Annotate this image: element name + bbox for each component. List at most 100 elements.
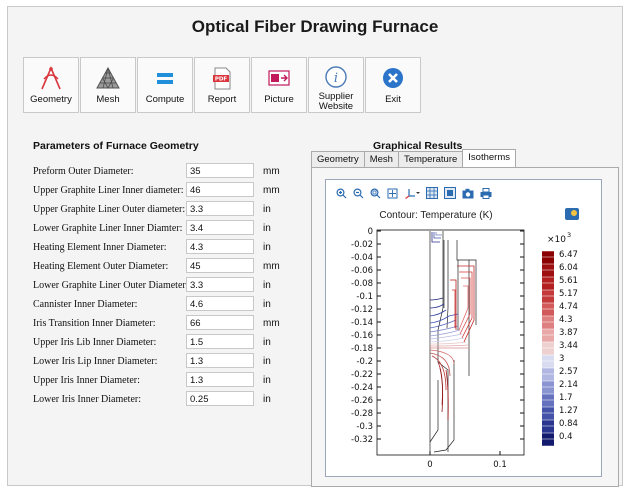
param-input[interactable]: 3.3 bbox=[186, 277, 254, 292]
graphics-window: Contour: Temperature (K) 0 -0.02 -0.04 -… bbox=[325, 179, 602, 477]
param-unit: in bbox=[263, 204, 271, 215]
colorbar-exponent: 3 bbox=[567, 231, 571, 239]
param-label: Lower Iris Inner Diameter: bbox=[33, 394, 142, 405]
param-label: Cannister Inner Diameter: bbox=[33, 299, 138, 310]
param-row: Upper Graphite Liner Inner diameter: 46 … bbox=[33, 182, 323, 198]
colorbar-label: 3 bbox=[559, 354, 564, 364]
param-input[interactable]: 66 bbox=[186, 315, 254, 330]
y-tick-label: -0.02 bbox=[351, 240, 373, 250]
tab-geometry[interactable]: Geometry bbox=[311, 151, 365, 167]
param-input[interactable]: 4.3 bbox=[186, 239, 254, 254]
colorbar-label: 6.04 bbox=[559, 263, 578, 273]
y-tick-label: -0.24 bbox=[351, 383, 373, 393]
y-tick-label: 0 bbox=[368, 227, 373, 237]
plot-frame bbox=[376, 229, 525, 456]
y-tick-label: -0.04 bbox=[351, 253, 373, 263]
param-input[interactable]: 0.25 bbox=[186, 391, 254, 406]
param-row: Upper Iris Inner Diameter: 1.3 in bbox=[33, 372, 323, 388]
picture-button[interactable]: Picture bbox=[251, 57, 307, 113]
y-tick-label: -0.16 bbox=[351, 331, 373, 341]
param-input[interactable]: 4.6 bbox=[186, 296, 254, 311]
tab-mesh[interactable]: Mesh bbox=[363, 151, 399, 167]
geometry-icon bbox=[38, 63, 64, 93]
y-tick-label: -0.18 bbox=[351, 344, 373, 354]
report-button[interactable]: PDF Report bbox=[194, 57, 250, 113]
param-row: Lower Graphite Liner Inner Diamter: 3.4 … bbox=[33, 220, 323, 236]
y-tick-label: -0.3 bbox=[356, 422, 373, 432]
graphics-panel: Contour: Temperature (K) 0 -0.02 -0.04 -… bbox=[311, 167, 619, 487]
param-label: Heating Element Outer Diameter: bbox=[33, 261, 169, 272]
param-unit: mm bbox=[263, 166, 280, 177]
y-tick-label: -0.12 bbox=[351, 305, 373, 315]
geometry-button[interactable]: Geometry bbox=[23, 57, 79, 113]
y-tick-label: -0.08 bbox=[351, 279, 373, 289]
y-tick-label: -0.06 bbox=[351, 266, 373, 276]
colorbar-label: 2.57 bbox=[559, 367, 578, 377]
param-label: Lower Iris Lip Inner Diameter: bbox=[33, 356, 158, 367]
param-unit: in bbox=[263, 299, 271, 310]
param-input[interactable]: 46 bbox=[186, 182, 254, 197]
param-row: Upper Graphite Liner Outer diameter: 3.3… bbox=[33, 201, 323, 217]
param-label: Iris Transition Inner Diameter: bbox=[33, 318, 156, 329]
colorbar-label: 1.7 bbox=[559, 393, 573, 403]
param-unit: in bbox=[263, 375, 271, 386]
param-input[interactable]: 1.5 bbox=[186, 334, 254, 349]
param-row: Lower Graphite Liner Outer Diameter: 3.3… bbox=[33, 277, 323, 293]
pdf-icon: PDF bbox=[209, 63, 235, 93]
param-label: Upper Iris Inner Diameter: bbox=[33, 375, 140, 386]
param-input[interactable]: 3.4 bbox=[186, 220, 254, 235]
param-unit: in bbox=[263, 242, 271, 253]
colorbar-label: 1.27 bbox=[559, 406, 578, 416]
param-input[interactable]: 1.3 bbox=[186, 372, 254, 387]
param-row: Lower Iris Inner Diameter: 0.25 in bbox=[33, 391, 323, 407]
colorbar-multiplier: ×10 bbox=[547, 235, 566, 245]
x-tick-label: 0.1 bbox=[493, 460, 507, 470]
colorbar-label: 0.84 bbox=[559, 419, 578, 429]
param-unit: mm bbox=[263, 318, 280, 329]
y-tick-label: -0.1 bbox=[356, 292, 373, 302]
tab-isotherms[interactable]: Isotherms bbox=[462, 149, 517, 167]
report-button-label: Report bbox=[207, 94, 237, 105]
exit-button[interactable]: Exit bbox=[365, 57, 421, 113]
params-heading: Parameters of Furnace Geometry bbox=[33, 140, 199, 152]
y-tick-label: -0.26 bbox=[351, 396, 373, 406]
x-tick-label: 0 bbox=[427, 460, 432, 470]
y-tick-label: -0.32 bbox=[351, 435, 373, 445]
param-input[interactable]: 35 bbox=[186, 163, 254, 178]
param-row: Upper Iris Lib Inner Diameter: 1.5 in bbox=[33, 334, 323, 350]
picture-icon bbox=[266, 63, 292, 93]
param-input[interactable]: 1.3 bbox=[186, 353, 254, 368]
compute-button-label: Compute bbox=[145, 94, 185, 105]
geometry-button-label: Geometry bbox=[30, 94, 72, 105]
exit-button-label: Exit bbox=[385, 94, 401, 105]
tab-temperature[interactable]: Temperature bbox=[397, 151, 464, 167]
colorbar-label: 6.47 bbox=[559, 250, 578, 260]
close-icon bbox=[380, 63, 406, 93]
param-input[interactable]: 45 bbox=[186, 258, 254, 273]
app-title: Optical Fiber Drawing Furnace bbox=[191, 17, 439, 36]
mesh-button[interactable]: Mesh bbox=[80, 57, 136, 113]
compute-icon bbox=[152, 63, 178, 93]
param-unit: in bbox=[263, 280, 271, 291]
param-unit: mm bbox=[263, 185, 280, 196]
y-tick-label: -0.2 bbox=[356, 357, 373, 367]
param-row: Iris Transition Inner Diameter: 66 mm bbox=[33, 315, 323, 331]
colorbar-label: 3.44 bbox=[559, 341, 578, 351]
param-row: Cannister Inner Diameter: 4.6 in bbox=[33, 296, 323, 312]
param-input[interactable]: 3.3 bbox=[186, 201, 254, 216]
colorbar-label: 5.17 bbox=[559, 289, 578, 299]
ribbon-toolbar: Geometry Mesh Compute PDF Report Picture bbox=[23, 57, 422, 115]
contour-plot: 0 -0.02 -0.04 -0.06 -0.08 -0.1 -0.12 -0.… bbox=[351, 227, 578, 470]
param-row: Preform Outer Diameter: 35 mm bbox=[33, 163, 323, 179]
param-unit: in bbox=[263, 337, 271, 348]
compute-button[interactable]: Compute bbox=[137, 57, 193, 113]
param-row: Lower Iris Lip Inner Diameter: 1.3 in bbox=[33, 353, 323, 369]
supplier-website-button-label: Supplier Website bbox=[318, 91, 354, 112]
supplier-website-button[interactable]: i Supplier Website bbox=[308, 57, 364, 113]
y-tick-label: -0.14 bbox=[351, 318, 373, 328]
param-label: Upper Iris Lib Inner Diameter: bbox=[33, 337, 157, 348]
param-unit: in bbox=[263, 394, 271, 405]
param-label: Upper Graphite Liner Inner diameter: bbox=[33, 185, 184, 196]
colorbar-label: 2.14 bbox=[559, 380, 578, 390]
param-label: Upper Graphite Liner Outer diameter: bbox=[33, 204, 186, 215]
